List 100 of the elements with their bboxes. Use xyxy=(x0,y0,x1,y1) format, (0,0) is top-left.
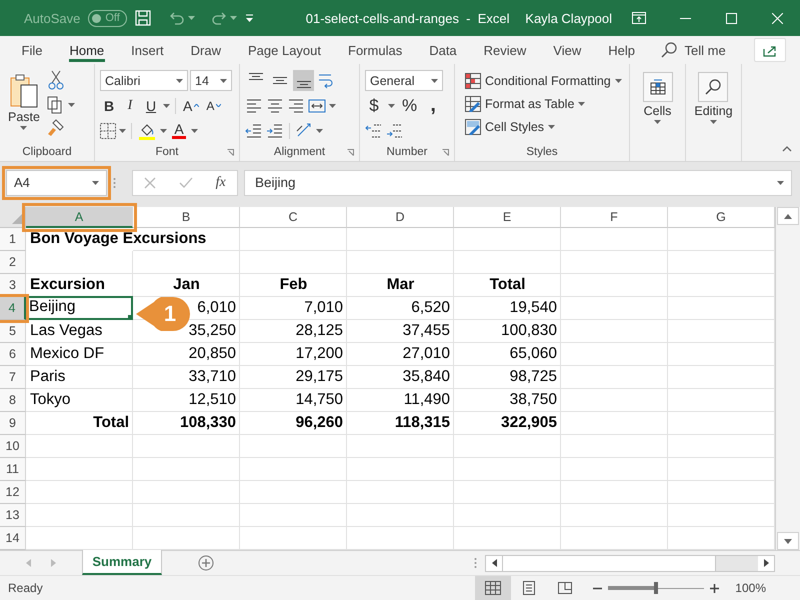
table-cell[interactable]: 322,905 xyxy=(500,414,557,431)
borders-icon[interactable] xyxy=(100,122,116,138)
bold-button[interactable]: B xyxy=(100,95,118,116)
row-header[interactable]: 8 xyxy=(0,389,26,412)
row-header[interactable]: 13 xyxy=(0,504,26,527)
menu-tab[interactable]: Review xyxy=(470,36,540,64)
menu-tab[interactable]: Home xyxy=(56,36,118,64)
table-cell[interactable]: Tokyo xyxy=(30,391,70,408)
table-cell[interactable]: 14,750 xyxy=(296,391,343,408)
table-cell[interactable]: 100,830 xyxy=(500,322,557,339)
table-cell[interactable]: Excursion xyxy=(30,276,105,293)
paste-button[interactable]: Paste xyxy=(5,70,43,143)
slider-thumb[interactable] xyxy=(654,582,658,594)
menu-tab[interactable]: Data xyxy=(416,36,470,64)
column-header[interactable]: D xyxy=(347,207,454,228)
name-box[interactable]: A4 xyxy=(6,170,107,196)
increase-indent-icon[interactable] xyxy=(266,122,284,140)
table-cell[interactable]: 11,490 xyxy=(404,391,450,408)
align-right-icon[interactable] xyxy=(287,96,305,114)
table-cell[interactable]: 17,200 xyxy=(296,345,343,362)
row-header[interactable]: 1 xyxy=(0,228,26,251)
dialog-launcher-icon[interactable] xyxy=(442,149,449,156)
table-cell[interactable]: 35,250 xyxy=(188,322,236,339)
scroll-down-button[interactable] xyxy=(777,532,799,550)
table-cell[interactable]: 96,260 xyxy=(296,414,343,431)
align-bottom-button[interactable] xyxy=(293,70,314,91)
column-header[interactable]: E xyxy=(454,207,561,228)
redo-icon[interactable] xyxy=(210,11,227,25)
table-cell[interactable]: Feb xyxy=(280,276,308,293)
center-icon[interactable] xyxy=(266,96,284,114)
decrease-decimal-icon[interactable] xyxy=(386,122,404,140)
enter-check-icon[interactable] xyxy=(178,176,193,188)
table-cell[interactable]: 38,750 xyxy=(510,391,557,408)
column-header[interactable]: C xyxy=(240,207,347,228)
row-header[interactable]: 9 xyxy=(0,412,26,435)
font-size-dropdown[interactable]: 14 xyxy=(190,70,232,91)
table-cell[interactable]: 7,010 xyxy=(304,299,343,316)
column-header[interactable]: B xyxy=(133,207,240,228)
table-cell[interactable]: 20,850 xyxy=(188,345,236,362)
table-cell[interactable]: 35,840 xyxy=(402,368,450,385)
table-cell[interactable]: Las Vegas xyxy=(30,322,102,339)
format-painter-icon[interactable] xyxy=(46,119,65,137)
number-format-dropdown[interactable]: General xyxy=(365,70,443,91)
menu-tab[interactable]: Draw xyxy=(177,36,234,64)
table-cell[interactable]: 28,125 xyxy=(296,322,343,339)
italic-button[interactable]: I xyxy=(121,95,139,116)
menu-tab[interactable]: Help xyxy=(594,36,648,64)
table-cell[interactable]: 6,520 xyxy=(411,299,450,316)
font-color-button[interactable]: A xyxy=(170,120,188,141)
scroll-up-button[interactable] xyxy=(777,207,799,225)
table-cell[interactable]: 37,455 xyxy=(402,322,450,339)
insert-function-button[interactable]: fx xyxy=(216,174,226,190)
increase-decimal-icon[interactable] xyxy=(365,122,383,140)
share-button[interactable] xyxy=(754,38,786,62)
styles-menu-button[interactable]: Cell Styles xyxy=(465,116,624,138)
horizontal-scrollbar[interactable] xyxy=(485,554,775,572)
font-name-dropdown[interactable]: Calibri xyxy=(100,70,188,91)
formula-field[interactable]: Beijing xyxy=(244,170,792,196)
styles-menu-button[interactable]: Conditional Formatting xyxy=(465,70,624,92)
table-cell[interactable]: 108,330 xyxy=(180,414,236,431)
row-header[interactable]: 2 xyxy=(0,251,26,274)
table-cell[interactable]: Jan xyxy=(173,276,200,293)
row-header[interactable]: 6 xyxy=(0,343,26,366)
row-header[interactable]: 14 xyxy=(0,527,26,550)
merge-center-icon[interactable] xyxy=(308,96,326,114)
table-cell[interactable]: 33,710 xyxy=(188,368,236,385)
table-cell[interactable]: Bon Voyage Excursions xyxy=(30,230,206,247)
row-header[interactable]: 10 xyxy=(0,435,26,458)
normal-view-button[interactable] xyxy=(475,576,512,600)
wrap-text-icon[interactable] xyxy=(317,72,335,90)
currency-button[interactable]: $ xyxy=(365,95,383,116)
column-header[interactable]: F xyxy=(561,207,668,228)
dialog-launcher-icon[interactable] xyxy=(227,149,234,156)
tell-me-field[interactable]: Tell me xyxy=(684,42,726,58)
grow-font-button[interactable]: A xyxy=(181,95,202,116)
row-header[interactable]: 11 xyxy=(0,458,26,481)
table-cell[interactable]: 6,010 xyxy=(197,299,236,316)
zoom-in-icon[interactable] xyxy=(710,584,720,592)
table-cell[interactable]: 27,010 xyxy=(402,345,450,362)
table-cell[interactable]: 19,540 xyxy=(510,299,557,316)
styles-menu-button[interactable]: Format as Table xyxy=(465,93,624,115)
row-header[interactable]: 12 xyxy=(0,481,26,504)
sheet-tab[interactable]: Summary xyxy=(82,550,162,575)
column-header[interactable]: G xyxy=(668,207,775,228)
cut-icon[interactable] xyxy=(46,70,65,90)
table-cell[interactable]: Mexico DF xyxy=(30,345,104,362)
menu-tab[interactable]: Page Layout xyxy=(234,36,335,64)
add-sheet-icon[interactable] xyxy=(198,555,214,571)
customize-menu-icon[interactable] xyxy=(244,14,254,22)
table-cell[interactable]: 118,315 xyxy=(394,414,450,431)
table-cell[interactable]: 12,510 xyxy=(188,391,236,408)
table-cell[interactable]: 29,175 xyxy=(296,368,343,385)
table-cell[interactable]: Mar xyxy=(386,276,414,293)
table-cell[interactable]: 98,725 xyxy=(510,368,557,385)
collapse-ribbon-icon[interactable] xyxy=(782,146,792,152)
table-cell[interactable]: Paris xyxy=(30,368,66,385)
decrease-indent-icon[interactable] xyxy=(245,122,263,140)
save-icon[interactable] xyxy=(134,10,151,26)
editing-button[interactable]: Editing xyxy=(691,70,736,143)
table-cell[interactable]: Beijing xyxy=(29,298,76,315)
